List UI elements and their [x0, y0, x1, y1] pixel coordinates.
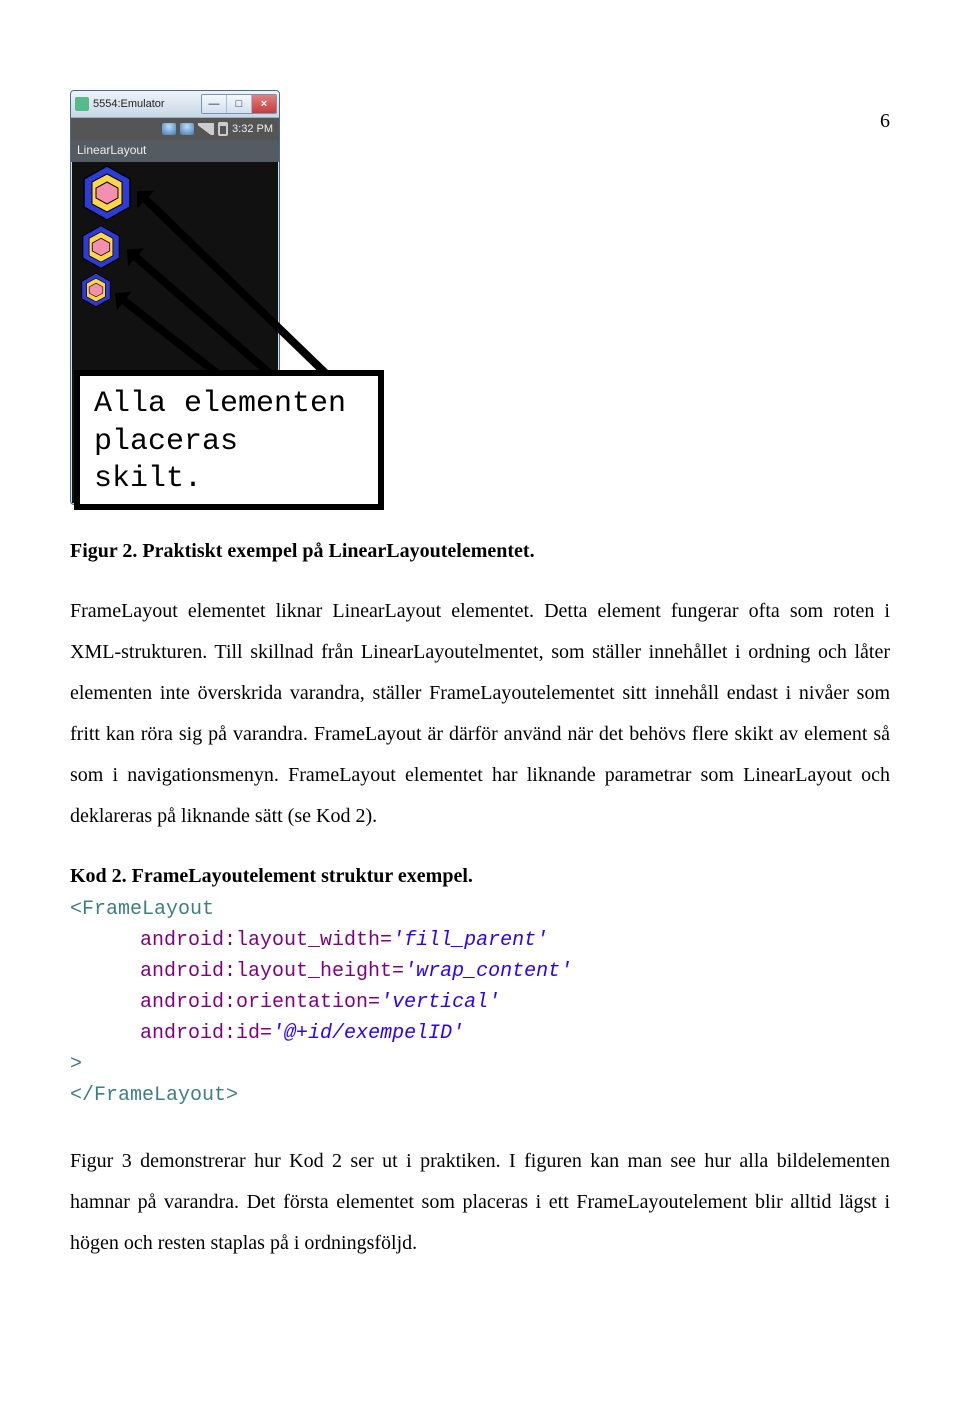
- minimize-button[interactable]: —: [202, 95, 226, 113]
- code-line: <FrameLayout: [70, 898, 214, 921]
- code-value: '@+id/exempelID': [272, 1022, 464, 1045]
- figure: 5554:Emulator — □ × 3:32 PM LinearLayout: [70, 90, 890, 520]
- code-attr: android:orientation: [140, 991, 368, 1014]
- code-attr: android:layout_height: [140, 960, 392, 983]
- emulator-titlebar: 5554:Emulator — □ ×: [71, 91, 279, 118]
- signal-icon: [198, 123, 214, 135]
- hexagon-icon: [78, 164, 136, 222]
- network-icon: [180, 123, 194, 135]
- page-number: 6: [880, 110, 890, 133]
- figure-caption: Figur 2. Praktiskt exempel på LinearLayo…: [70, 540, 890, 563]
- status-bar: 3:32 PM: [71, 118, 279, 140]
- code-block: <FrameLayout android:layout_width='fill_…: [70, 894, 890, 1111]
- battery-icon: [218, 122, 228, 136]
- window-controls: — □ ×: [201, 94, 277, 114]
- hexagon-icon: [78, 224, 124, 270]
- code-line: </FrameLayout>: [70, 1084, 238, 1107]
- code-heading: Kod 2. FrameLayoutelement struktur exemp…: [70, 865, 890, 888]
- paragraph: Figur 3 demonstrerar hur Kod 2 ser ut i …: [70, 1141, 890, 1264]
- clock: 3:32 PM: [232, 123, 273, 135]
- code-value: 'fill_parent': [392, 929, 548, 952]
- paragraph: FrameLayout elementet liknar LinearLayou…: [70, 591, 890, 837]
- app-title-bar: LinearLayout: [71, 140, 279, 162]
- android-icon: [75, 97, 89, 111]
- callout-box: Alla elementen placeras skilt.: [74, 370, 384, 510]
- code-attr: android:id: [140, 1022, 260, 1045]
- code-value: 'vertical': [380, 991, 500, 1014]
- maximize-button[interactable]: □: [226, 95, 251, 113]
- emulator-title: 5554:Emulator: [93, 98, 201, 110]
- code-line: >: [70, 1053, 82, 1076]
- code-value: 'wrap_content': [404, 960, 572, 983]
- sim-icon: [162, 123, 176, 135]
- close-button[interactable]: ×: [251, 95, 276, 113]
- code-attr: android:layout_width: [140, 929, 380, 952]
